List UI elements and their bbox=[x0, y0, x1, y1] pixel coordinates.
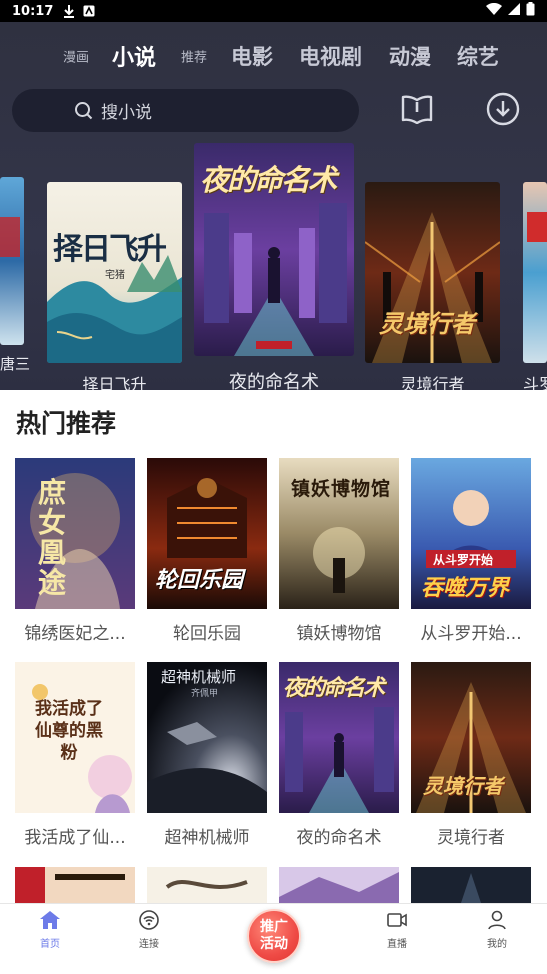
promo-activity-button[interactable]: 推广活动 bbox=[247, 909, 301, 963]
bottom-nav: 首页 连接 推广活动 直播 我的 bbox=[0, 903, 547, 974]
book-item[interactable]: 庶女凰途 锦绣医妃之... bbox=[15, 458, 135, 644]
book-item[interactable]: 夜的命名术 夜的命名术 bbox=[279, 662, 399, 848]
status-bar: 10:17 bbox=[0, 0, 547, 22]
book-item-partial[interactable] bbox=[279, 867, 399, 903]
carousel-item-active[interactable]: 夜的命名术 夜的命名术 bbox=[194, 143, 354, 394]
cover-title-text: 我活成了仙尊的黑粉 bbox=[35, 699, 103, 763]
status-time: 10:17 bbox=[12, 3, 54, 19]
book-cover bbox=[411, 867, 531, 903]
book-item[interactable]: 轮回乐园 轮回乐园 bbox=[147, 458, 267, 644]
book-cover bbox=[0, 177, 24, 345]
book-cover: 镇妖博物馆 bbox=[279, 458, 399, 609]
book-cover: 轮回乐园 bbox=[147, 458, 267, 609]
tab-comics[interactable]: 漫画 bbox=[63, 47, 89, 66]
cover-title-text: 夜的命名术 bbox=[283, 675, 385, 701]
home-icon bbox=[39, 911, 61, 933]
book-name: 从斗罗开始... bbox=[420, 624, 522, 644]
book-item[interactable]: 灵境行者 灵境行者 bbox=[411, 662, 531, 848]
cover-title-text: 从斗罗开始 bbox=[433, 553, 494, 567]
nav-connect-label: 连接 bbox=[139, 939, 159, 950]
book-cover: 夜的命名术 bbox=[279, 662, 399, 813]
book-cover: 从斗罗开始 吞噬万界 bbox=[411, 458, 531, 609]
header: 漫画 小说 推荐 电影 电视剧 动漫 综艺 搜小说 唐三 择日飞升 宅猪 择日飞… bbox=[0, 22, 547, 395]
book-name: 轮回乐园 bbox=[173, 624, 241, 644]
book-cover bbox=[523, 182, 547, 363]
search-placeholder: 搜小说 bbox=[101, 103, 152, 123]
book-cover: 夜的命名术 bbox=[194, 143, 354, 356]
book-name: 超神机械师 bbox=[164, 828, 250, 848]
book-name: 我活成了仙... bbox=[24, 828, 126, 848]
cover-subtitle-text: 吞噬万界 bbox=[421, 575, 510, 601]
nav-profile[interactable]: 我的 bbox=[467, 910, 527, 950]
book-item[interactable]: 超神机械师 齐佩甲 超神机械师 bbox=[147, 662, 267, 848]
carousel-item[interactable]: 灵境行者 灵境行者 bbox=[365, 182, 500, 395]
user-icon bbox=[486, 910, 508, 933]
nav-home-label: 首页 bbox=[40, 939, 60, 950]
book-name: 镇妖博物馆 bbox=[296, 624, 382, 644]
book-name: 灵境行者 bbox=[437, 828, 505, 848]
nav-home[interactable]: 首页 bbox=[20, 910, 80, 950]
nav-profile-label: 我的 bbox=[487, 939, 507, 950]
book-name: 夜的命名术 bbox=[296, 828, 382, 848]
tab-anime[interactable]: 动漫 bbox=[389, 41, 431, 71]
tab-tv-series[interactable]: 电视剧 bbox=[299, 41, 362, 71]
book-cover: 灵境行者 bbox=[365, 182, 500, 363]
carousel-item[interactable]: 斗罗 bbox=[523, 182, 547, 395]
carousel-item[interactable]: 择日飞升 宅猪 择日飞升 bbox=[47, 182, 182, 395]
tab-variety[interactable]: 综艺 bbox=[457, 41, 499, 71]
main-content: 热门推荐 庶女凰途 锦绣医妃之... 轮回乐园 轮回乐园 镇妖博物馆 镇妖博物馆… bbox=[0, 390, 547, 903]
cover-title-text: 灵境行者 bbox=[423, 774, 503, 798]
search-bar[interactable]: 搜小说 bbox=[12, 89, 359, 132]
featured-carousel: 唐三 择日飞升 宅猪 择日飞升 夜的命名术 夜的命名术 灵境行者 灵境行者 斗 bbox=[0, 142, 547, 395]
nav-live[interactable]: 直播 bbox=[367, 910, 427, 950]
connect-icon bbox=[138, 910, 160, 933]
book-name: 锦绣医妃之... bbox=[24, 624, 126, 644]
book-cover: 择日飞升 宅猪 bbox=[47, 182, 182, 363]
book-item-partial[interactable] bbox=[15, 867, 135, 903]
carousel-book-title: 唐三 bbox=[0, 355, 31, 373]
wifi-icon bbox=[486, 2, 502, 19]
tab-novels[interactable]: 小说 bbox=[112, 40, 156, 72]
download-status-icon bbox=[63, 4, 75, 18]
search-icon bbox=[74, 101, 94, 126]
cover-title-text: 择日飞升 bbox=[53, 232, 167, 267]
book-item-partial[interactable] bbox=[411, 867, 531, 903]
signal-icon bbox=[508, 3, 520, 19]
book-icon[interactable] bbox=[399, 91, 435, 127]
cover-title-text: 镇妖博物馆 bbox=[291, 478, 392, 500]
nav-live-label: 直播 bbox=[387, 939, 407, 950]
cover-author: 齐佩甲 bbox=[191, 689, 219, 699]
book-cover bbox=[279, 867, 399, 903]
category-tabs: 漫画 小说 推荐 电影 电视剧 动漫 综艺 bbox=[0, 38, 547, 74]
nav-connect[interactable]: 连接 bbox=[119, 910, 179, 950]
book-cover: 灵境行者 bbox=[411, 662, 531, 813]
battery-icon bbox=[526, 2, 535, 20]
book-cover: 我活成了仙尊的黑粉 bbox=[15, 662, 135, 813]
book-cover bbox=[15, 867, 135, 903]
book-cover: 超神机械师 齐佩甲 bbox=[147, 662, 267, 813]
carousel-item[interactable]: 唐三 bbox=[0, 177, 31, 374]
cover-title-text: 超神机械师 bbox=[161, 668, 237, 686]
cover-title-text: 夜的命名术 bbox=[200, 163, 337, 197]
book-item[interactable]: 我活成了仙尊的黑粉 我活成了仙... bbox=[15, 662, 135, 848]
download-icon[interactable] bbox=[485, 91, 521, 127]
book-cover bbox=[147, 867, 267, 903]
tab-recommend[interactable]: 推荐 bbox=[181, 47, 207, 66]
book-item[interactable]: 镇妖博物馆 镇妖博物馆 bbox=[279, 458, 399, 644]
book-cover: 庶女凰途 bbox=[15, 458, 135, 609]
cover-author: 宅猪 bbox=[105, 270, 125, 281]
app-notification-icon bbox=[83, 5, 95, 17]
cover-title-text: 庶女凰途 bbox=[37, 476, 66, 599]
video-camera-icon bbox=[386, 913, 408, 933]
section-title: 热门推荐 bbox=[16, 409, 117, 438]
book-item[interactable]: 从斗罗开始 吞噬万界 从斗罗开始... bbox=[411, 458, 531, 644]
cover-title-text: 轮回乐园 bbox=[155, 567, 244, 593]
cover-title-text: 灵境行者 bbox=[379, 309, 475, 338]
book-item-partial[interactable] bbox=[147, 867, 267, 903]
tab-movies[interactable]: 电影 bbox=[231, 41, 273, 71]
